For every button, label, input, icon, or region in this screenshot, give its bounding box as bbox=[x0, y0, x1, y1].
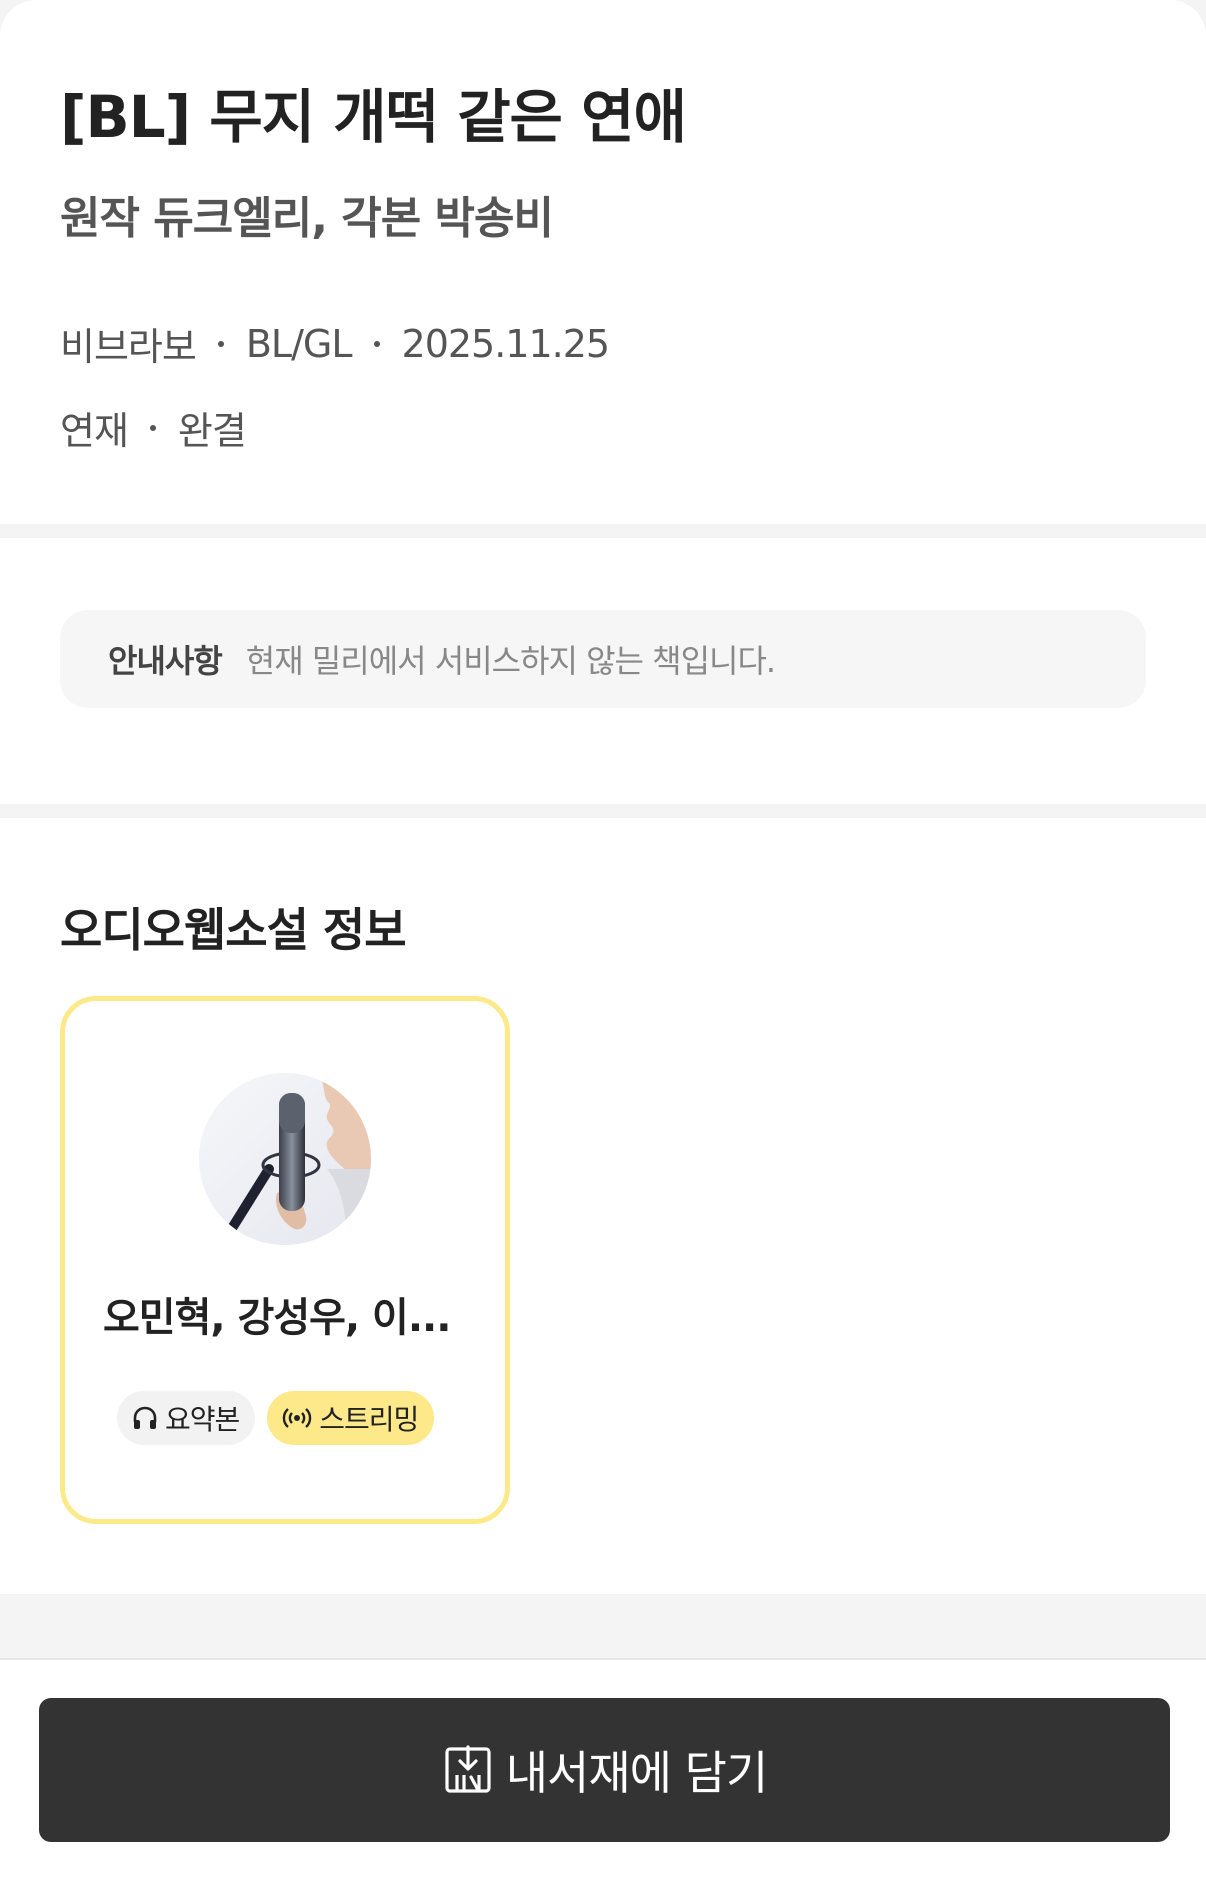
notice-text: 현재 밀리에서 서비스하지 않는 책입니다. bbox=[245, 642, 776, 680]
book-credit: 원작 듀크엘리, 각본 박송비 bbox=[60, 193, 554, 244]
headphones-icon bbox=[131, 1404, 159, 1432]
streaming-tag-label: 스트리밍 bbox=[319, 1403, 419, 1436]
streaming-tag: 스트리밍 bbox=[267, 1391, 435, 1445]
notice-box: 안내사항 현재 밀리에서 서비스하지 않는 책입니다. bbox=[60, 610, 1146, 708]
audio-narrators: 오민혁, 강성우, 이... bbox=[103, 1295, 451, 1341]
add-to-library-label: 내서재에 담기 bbox=[505, 1746, 769, 1800]
publisher-link[interactable]: 비브라보 bbox=[60, 316, 197, 371]
serial-type: 연재 bbox=[60, 409, 129, 453]
add-to-library-button[interactable]: 내서재에 담기 bbox=[39, 1698, 1170, 1842]
genre-link[interactable]: BL/GL bbox=[246, 322, 353, 366]
microphone-photo-icon bbox=[199, 1073, 371, 1245]
audio-tags: 요약본 스트리밍 bbox=[117, 1391, 435, 1445]
audio-novel-section: 오디오웹소설 정보 오민혁, 강성우, 이... 요약본 스트리밍 bbox=[0, 818, 1206, 1594]
notice-label: 안내사항 bbox=[108, 642, 223, 680]
separator-dot bbox=[217, 340, 224, 347]
summary-tag-label: 요약본 bbox=[165, 1403, 240, 1436]
completion-status: 완결 bbox=[177, 409, 247, 453]
book-info-card: [BL] 무지 개떡 같은 연애 원작 듀크엘리, 각본 박송비 비브라보 BL… bbox=[0, 0, 1206, 524]
broadcast-icon bbox=[281, 1404, 313, 1432]
book-meta-row: 비브라보 BL/GL 2025.11.25 bbox=[60, 316, 611, 371]
summary-tag: 요약본 bbox=[117, 1391, 256, 1445]
separator-dot bbox=[149, 424, 156, 431]
bottom-action-bar: 내서재에 담기 bbox=[0, 1658, 1206, 1877]
book-title: [BL] 무지 개떡 같은 연애 bbox=[60, 83, 687, 151]
book-status-row: 연재 완결 bbox=[60, 400, 247, 455]
publish-date: 2025.11.25 bbox=[401, 321, 611, 366]
add-to-shelf-icon bbox=[442, 1744, 494, 1796]
notice-card: 안내사항 현재 밀리에서 서비스하지 않는 책입니다. bbox=[0, 538, 1206, 804]
audio-thumbnail bbox=[199, 1073, 371, 1245]
section-title: 오디오웹소설 정보 bbox=[60, 903, 407, 957]
audio-novel-item[interactable]: 오민혁, 강성우, 이... 요약본 스트리밍 bbox=[60, 996, 510, 1524]
separator-dot bbox=[373, 340, 380, 347]
